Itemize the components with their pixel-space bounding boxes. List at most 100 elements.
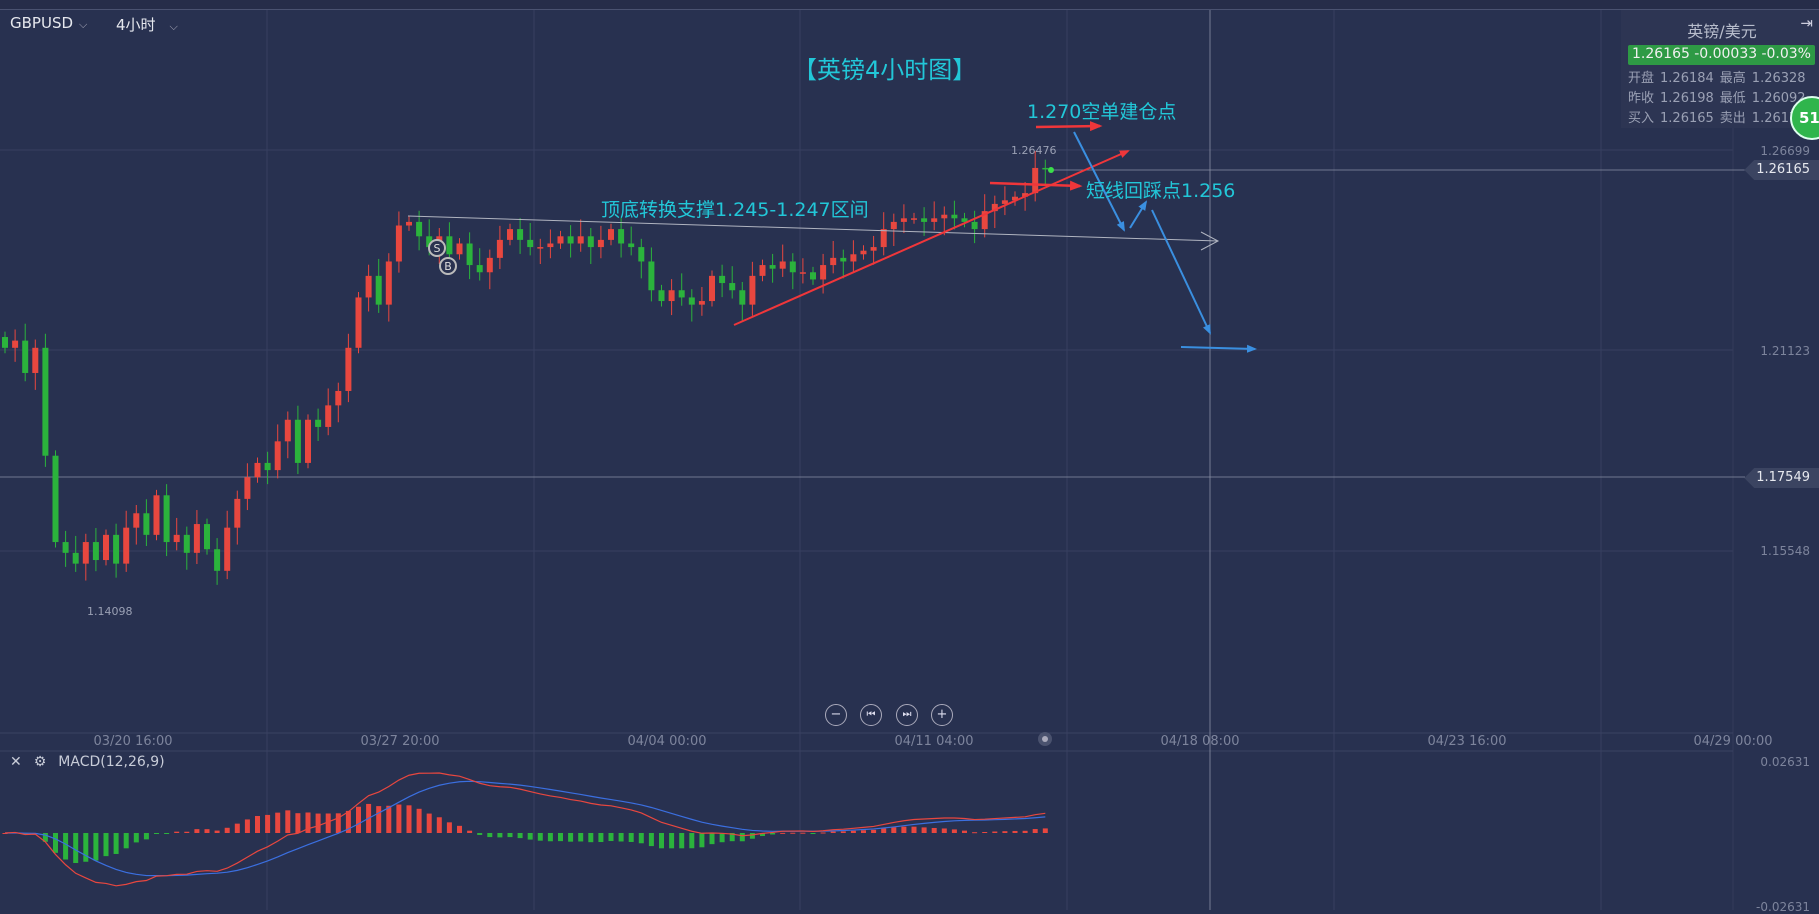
price-axis-label: 1.26699: [1760, 144, 1810, 158]
macd-histogram-bar: [356, 806, 361, 833]
candle-body: [92, 542, 99, 561]
zoom-out-button[interactable]: −: [825, 704, 847, 726]
macd-histogram-bar: [426, 813, 432, 833]
macd-histogram-bar: [63, 833, 69, 860]
candle-body: [507, 229, 513, 240]
macd-histogram-bar: [406, 805, 412, 833]
macd-histogram-bar: [143, 833, 149, 840]
candle-body: [870, 247, 877, 251]
macd-histogram-bar: [628, 833, 634, 842]
macd-histogram-bar: [780, 832, 786, 834]
projection-arrow: [1180, 344, 1257, 353]
candle-body: [951, 214, 958, 219]
macd-histogram-bar: [537, 833, 543, 841]
candle-body: [204, 524, 210, 550]
macd-histogram-bar: [951, 829, 957, 833]
candle-body: [284, 419, 291, 442]
candle-body: [52, 455, 59, 543]
candle-body: [385, 261, 392, 305]
uptrend-line: [733, 150, 1130, 326]
candle-body: [618, 229, 625, 244]
macd-histogram-bar: [921, 827, 927, 833]
macd-histogram-bar: [840, 831, 846, 833]
field-label: 最低: [1719, 91, 1746, 106]
annotation-pullback: 短线回踩点1.256: [1086, 180, 1236, 202]
chevron-down-icon: ⌵: [169, 20, 178, 33]
field-value: 1.26165: [1660, 111, 1714, 126]
candle-body: [597, 239, 604, 248]
candle-body: [840, 257, 847, 262]
collapse-panel-icon[interactable]: ⇥: [1800, 14, 1813, 32]
candle-body: [880, 229, 887, 248]
macd-histogram-bar: [234, 823, 240, 833]
macd-dea-line: [4, 780, 1046, 877]
candle-body: [224, 527, 231, 571]
candle-body: [456, 243, 463, 255]
macd-histogram-bar: [679, 833, 685, 849]
field-label: 卖出: [1719, 111, 1746, 126]
macd-label: MACD(12,26,9): [58, 754, 165, 770]
candle-body: [820, 265, 827, 280]
macd-histogram-bar: [527, 833, 533, 840]
macd-histogram-bar: [881, 828, 887, 833]
macd-histogram-bar: [820, 832, 826, 834]
annotation-support-zone: 顶底转换支撑1.245-1.247区间: [601, 199, 869, 221]
macd-histogram-bar: [790, 832, 796, 834]
quote-title: 英镑/美元: [1687, 22, 1757, 41]
macd-histogram-bar: [598, 833, 604, 843]
macd-histogram-bar: [931, 827, 937, 833]
candle-body: [779, 261, 786, 269]
candle-body: [72, 552, 79, 564]
candle-body: [42, 347, 49, 456]
symbol-selector[interactable]: GBPUSD ⌵: [10, 14, 87, 32]
macd-histogram-bar: [749, 833, 755, 839]
quote-row: 开盘 1.26184 最高 1.26328: [1625, 69, 1819, 89]
scroll-forward-button[interactable]: ⏭: [896, 704, 918, 726]
candle-body: [1032, 167, 1039, 194]
close-indicator-icon[interactable]: ✕: [10, 754, 22, 770]
macd-histogram-bar: [164, 833, 170, 834]
macd-histogram-bar: [739, 833, 745, 842]
candle-body: [678, 290, 685, 298]
candle-body: [466, 243, 473, 266]
macd-histogram-bar: [83, 833, 89, 862]
candle-body: [82, 542, 89, 564]
macd-histogram-bar: [800, 832, 806, 834]
candle-body: [486, 257, 493, 273]
high-price-label: 1.26476: [1011, 144, 1057, 157]
trade-marker-label: S: [434, 242, 441, 255]
macd-histogram-bar: [1032, 829, 1038, 833]
candle-body: [517, 229, 524, 240]
candle-body: [264, 462, 271, 471]
candle-body: [496, 239, 503, 258]
macd-histogram-bar: [376, 806, 382, 833]
candle-body: [62, 542, 69, 553]
candle-body: [325, 405, 332, 427]
gear-icon[interactable]: ⚙: [34, 754, 47, 770]
candle-body: [335, 390, 342, 406]
chart-canvas[interactable]: SB: [0, 0, 1819, 910]
macd-histogram-bar: [214, 830, 220, 833]
timeframe-selector[interactable]: 4小时 ⌵: [116, 14, 178, 35]
macd-histogram-bar: [911, 826, 917, 833]
macd-histogram-bar: [770, 833, 776, 835]
candle-body: [274, 441, 281, 471]
field-value: 1.26328: [1751, 71, 1806, 86]
short-entry-arrow: [1035, 121, 1103, 132]
macd-axis-bottom: -0.02631: [1756, 900, 1810, 914]
time-axis-label: 03/20 16:00: [93, 734, 173, 749]
scroll-back-button[interactable]: ⏮: [860, 704, 882, 726]
candle-body: [587, 236, 594, 248]
macd-histogram-bar: [588, 833, 594, 843]
time-axis-label: 04/18 08:00: [1160, 734, 1240, 749]
macd-histogram-bar: [194, 829, 200, 833]
candle-body: [890, 221, 897, 230]
candle-body: [638, 247, 645, 262]
time-axis-label: 04/23 16:00: [1427, 734, 1507, 749]
macd-histogram-bar: [558, 833, 563, 842]
candle-body: [527, 239, 534, 248]
candle-body: [153, 495, 160, 535]
candle-body: [850, 254, 857, 262]
candle-body: [355, 297, 362, 348]
zoom-in-button[interactable]: +: [931, 704, 953, 726]
